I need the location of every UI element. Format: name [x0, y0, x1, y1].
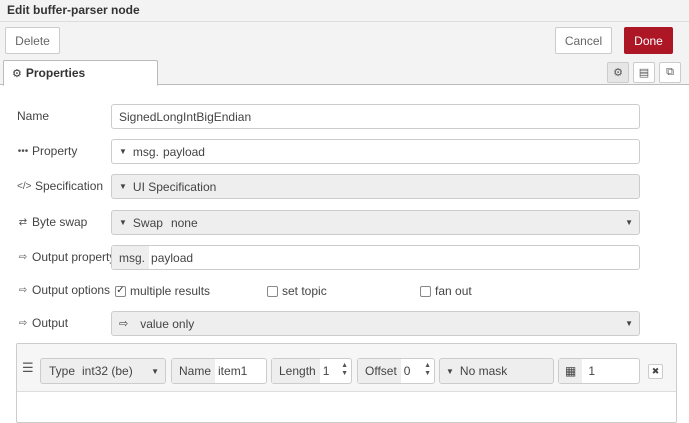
- cancel-button[interactable]: Cancel: [555, 27, 612, 54]
- description-icon[interactable]: ▤: [633, 62, 655, 83]
- stepper-arrows-icon[interactable]: ▲ ▼: [341, 362, 348, 378]
- code-icon: </>: [17, 180, 32, 192]
- set-topic-checkbox[interactable]: set topic: [267, 283, 327, 299]
- checkmark-icon: ✓: [115, 285, 126, 297]
- property-input[interactable]: ▼ msg. payload: [111, 139, 640, 164]
- property-label: ••• Property: [17, 144, 78, 158]
- chevron-down-icon: ▼: [151, 366, 159, 376]
- calculator-icon: ▦: [559, 359, 583, 383]
- ellipsis-icon: •••: [17, 145, 29, 157]
- byte-swap-label: ⇄ Byte swap: [18, 215, 88, 229]
- sign-out-icon: ⇨: [18, 284, 28, 296]
- item-list: ☰ Type int32 (be) ▼ Name item1 Length 1 …: [16, 343, 677, 423]
- mask-select[interactable]: ▼ No mask: [439, 358, 554, 384]
- gear-icon: ⚙: [12, 67, 22, 80]
- appearance-icon[interactable]: ⧉: [659, 62, 681, 83]
- remove-item-button[interactable]: ✖: [648, 364, 663, 379]
- scale-input[interactable]: ▦ 1: [558, 358, 640, 384]
- stepper-arrows-icon[interactable]: ▲ ▼: [424, 362, 431, 378]
- sign-out-icon: ⇨: [18, 251, 28, 263]
- specification-label: </> Specification: [17, 179, 104, 193]
- item-name-input[interactable]: Name item1: [171, 358, 267, 384]
- caret-down-icon: ▼: [446, 366, 454, 376]
- length-stepper[interactable]: Length 1 ▲ ▼: [271, 358, 352, 384]
- sign-out-icon: ⇨: [119, 318, 129, 330]
- done-button[interactable]: Done: [624, 27, 673, 54]
- caret-down-icon[interactable]: ▼: [119, 218, 127, 227]
- name-label: Name: [17, 109, 50, 123]
- chevron-down-icon: ▼: [625, 218, 633, 227]
- tab-properties[interactable]: ⚙ Properties: [3, 60, 158, 86]
- type-select[interactable]: Type int32 (be) ▼: [40, 358, 166, 384]
- swap-icon: ⇄: [18, 216, 28, 228]
- dialog-toolbar: Delete Cancel Done: [0, 22, 689, 60]
- output-property-input[interactable]: msg. payload: [111, 245, 640, 270]
- specification-input[interactable]: ▼ UI Specification: [111, 174, 640, 199]
- sign-out-icon: ⇨: [18, 317, 28, 329]
- output-property-label: ⇨ Output property: [18, 250, 116, 264]
- fan-out-checkbox[interactable]: fan out: [420, 283, 472, 299]
- offset-stepper[interactable]: Offset 0 ▲ ▼: [357, 358, 435, 384]
- dialog-title: Edit buffer-parser node: [7, 3, 140, 17]
- output-label: ⇨ Output: [18, 316, 69, 330]
- list-item: ☰ Type int32 (be) ▼ Name item1 Length 1 …: [17, 344, 676, 392]
- drag-handle-icon[interactable]: ☰: [22, 360, 34, 376]
- name-input[interactable]: SignedLongIntBigEndian: [111, 104, 640, 129]
- chevron-down-icon: ▼: [625, 319, 633, 328]
- tab-properties-label: Properties: [25, 66, 86, 80]
- dialog-titlebar: Edit buffer-parser node: [0, 0, 689, 22]
- multiple-results-checkbox[interactable]: ✓ multiple results: [115, 283, 210, 299]
- delete-button[interactable]: Delete: [5, 27, 60, 54]
- byte-swap-select[interactable]: ▼ Swap none ▼: [111, 210, 640, 235]
- caret-down-icon[interactable]: ▼: [119, 182, 127, 191]
- caret-down-icon[interactable]: ▼: [119, 147, 127, 156]
- gear-icon[interactable]: ⚙: [607, 62, 629, 83]
- output-select[interactable]: ⇨ value only ▼: [111, 311, 640, 336]
- output-options-label: ⇨ Output options: [18, 283, 111, 297]
- tabs-bar: ⚙ Properties ⚙ ▤ ⧉: [0, 60, 689, 86]
